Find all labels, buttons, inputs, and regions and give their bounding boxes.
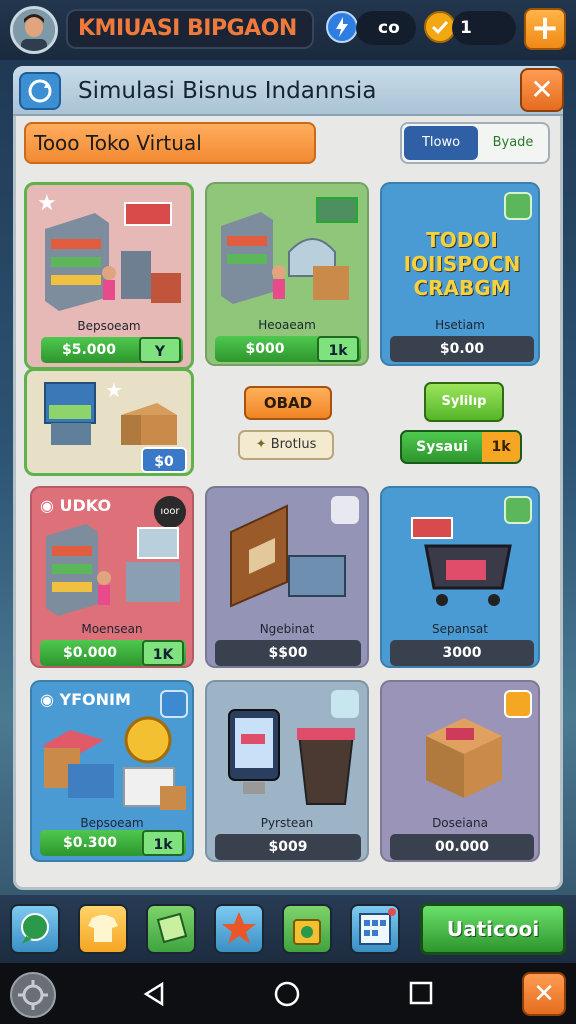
signup-button[interactable]: Sylilıp xyxy=(424,382,504,422)
refresh-icon[interactable] xyxy=(19,72,61,110)
store-shelf-icon xyxy=(46,524,180,616)
card-label: Doseiana xyxy=(432,816,488,830)
shopping-cart-icon xyxy=(411,517,512,606)
chat-icon[interactable] xyxy=(160,690,188,718)
headline-line: CRABGM xyxy=(413,276,511,300)
price-value: $009 xyxy=(268,839,308,855)
store-badge: ◉ YFONIM xyxy=(40,690,131,709)
record-icon: ◉ xyxy=(40,690,60,709)
promo-headline: TODOI IOIISPOCN CRABGM xyxy=(382,228,538,300)
headline-line: TODOI xyxy=(426,228,498,252)
price-value: $$00 xyxy=(268,645,308,661)
card-label: Heoaeam xyxy=(258,318,316,332)
crate-icon xyxy=(426,718,502,798)
calendar-icon[interactable] xyxy=(350,904,400,954)
shopping-bag-icon[interactable] xyxy=(282,904,332,954)
price-tag[interactable]: $0 xyxy=(141,447,187,473)
panel-title: Simulasi Bisnus Indannsia xyxy=(78,78,377,104)
tablet-bin-icon xyxy=(228,709,355,805)
energy-icon[interactable] xyxy=(326,11,358,43)
chat-bubble-icon[interactable] xyxy=(10,904,60,954)
energy-value: co xyxy=(356,11,416,45)
shop-card[interactable]: Doseiana 00.000 xyxy=(380,680,540,862)
price-value: $5.000 xyxy=(61,342,117,358)
price-value: $0.00 xyxy=(439,341,485,357)
price-button[interactable]: 00.000 xyxy=(390,834,534,860)
shop-card[interactable]: Sepansat 3000 xyxy=(380,486,540,668)
price-button[interactable]: $$00 xyxy=(215,640,361,666)
sysaui-button[interactable]: Sysaui 1k xyxy=(400,430,522,464)
shop-card[interactable]: ◉ YFONIM Bepsoeam $0.300 1k xyxy=(30,680,194,862)
shop-card[interactable]: ★ Bepsoeam $5.000 Y xyxy=(24,182,194,370)
coin-badge-icon[interactable] xyxy=(504,690,532,718)
card-label: Ngebinat xyxy=(259,622,315,636)
game-title: KMIUASI BIPGAON xyxy=(66,9,314,49)
sysaui-label: Sysaui xyxy=(416,439,468,455)
card-label: Bepsoeam xyxy=(77,319,141,333)
price-tag: 1k xyxy=(142,830,184,856)
badge-label: YFONIM xyxy=(59,690,131,709)
store-badge: ◉ UDKO xyxy=(40,496,111,515)
price-button[interactable]: $000 1k xyxy=(215,336,361,362)
shop-card[interactable]: ★ $0 xyxy=(24,368,194,476)
coin-value: 1 xyxy=(452,11,516,45)
badge-label: UDKO xyxy=(59,496,112,515)
market-stall-icon xyxy=(42,716,186,810)
price-value: $0.300 xyxy=(62,835,118,851)
card-label: Bepsoeam xyxy=(80,816,144,830)
action-button[interactable]: Uaticooi xyxy=(420,903,566,955)
price-tag: 1K xyxy=(142,640,184,666)
storefront-icon xyxy=(230,504,346,608)
starfish-icon[interactable] xyxy=(214,904,264,954)
price-button[interactable]: $0.300 1k xyxy=(40,830,186,856)
price-value: 3000 xyxy=(442,645,482,661)
view-toggle: Tlowo Byade xyxy=(400,122,550,164)
back-icon[interactable] xyxy=(140,980,168,1008)
tab-byade[interactable]: Byade xyxy=(480,126,546,160)
settings-gear-icon[interactable] xyxy=(10,972,56,1018)
price-value: $000 xyxy=(245,341,285,357)
record-icon: ◉ xyxy=(40,496,60,515)
shop-card[interactable]: ◉ UDKO ıoor Moensean $0.000 1K xyxy=(30,486,194,668)
tab-tlowo[interactable]: Tlowo xyxy=(404,126,478,160)
sparkle-icon: ✦ xyxy=(255,437,271,452)
price-value: 00.000 xyxy=(434,839,490,855)
price-tag: Y xyxy=(139,337,181,363)
price-button[interactable]: 3000 xyxy=(390,640,534,666)
leaf-icon[interactable] xyxy=(504,192,532,220)
headline-line: IOIISPOCN xyxy=(403,252,521,276)
price-button[interactable]: $0.00 xyxy=(390,336,534,362)
home-icon[interactable] xyxy=(272,979,302,1009)
card-label: Pyrstean xyxy=(260,816,314,830)
brotlus-label: Brotlus xyxy=(270,437,317,452)
brotlus-button[interactable]: ✦ Brotlus xyxy=(238,430,334,460)
checkout-counter-icon xyxy=(221,197,358,304)
book-icon[interactable] xyxy=(146,904,196,954)
recents-icon[interactable] xyxy=(408,980,434,1006)
close-panel-button[interactable]: ✕ xyxy=(520,68,564,112)
player-avatar[interactable] xyxy=(10,6,58,54)
freezer-crate-icon: ★ xyxy=(44,378,177,445)
card-label: Sepansat xyxy=(432,622,488,636)
price-button[interactable]: $5.000 Y xyxy=(41,337,183,363)
shop-card[interactable]: Heoaeam $000 1k xyxy=(205,182,369,366)
add-currency-button[interactable]: + xyxy=(524,8,566,50)
card-label: Hsetiam xyxy=(435,318,485,332)
svg-text:★: ★ xyxy=(105,378,123,402)
sysaui-tag: 1k xyxy=(482,432,520,462)
avatar-portrait-icon xyxy=(13,9,55,51)
card-label: Moensean xyxy=(81,622,143,636)
grocery-shelf-icon xyxy=(45,202,181,311)
price-tag: 1k xyxy=(317,336,359,362)
shop-card[interactable]: TODOI IOIISPOCN CRABGM Hsetiam $0.00 xyxy=(380,182,540,366)
shirt-icon[interactable] xyxy=(78,904,128,954)
price-button[interactable]: $0.000 1K xyxy=(40,640,186,666)
obad-button[interactable]: OBAD xyxy=(244,386,332,420)
store-subtitle: Tooo Toko Virtual xyxy=(24,122,316,164)
shop-card[interactable]: Ngebinat $$00 xyxy=(205,486,369,668)
price-value: $0.000 xyxy=(62,645,118,661)
close-icon[interactable]: ✕ xyxy=(522,972,566,1016)
price-button[interactable]: $009 xyxy=(215,834,361,860)
shop-card[interactable]: Pyrstean $009 xyxy=(205,680,369,862)
